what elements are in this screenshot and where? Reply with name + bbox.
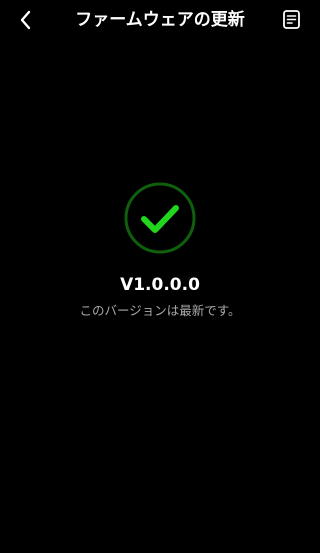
- top-bar: ファームウェアの更新: [0, 0, 320, 40]
- document-icon: [283, 10, 300, 29]
- release-notes-button[interactable]: [282, 9, 302, 31]
- firmware-version: V1.0.0.0: [120, 275, 200, 295]
- up-to-date-status: [124, 182, 196, 254]
- chevron-left-icon: [20, 10, 31, 30]
- back-button[interactable]: [14, 8, 38, 32]
- page-title: ファームウェアの更新: [75, 10, 245, 30]
- up-to-date-message: このバージョンは最新です。: [79, 303, 241, 318]
- checkmark-circle-icon: [124, 182, 196, 254]
